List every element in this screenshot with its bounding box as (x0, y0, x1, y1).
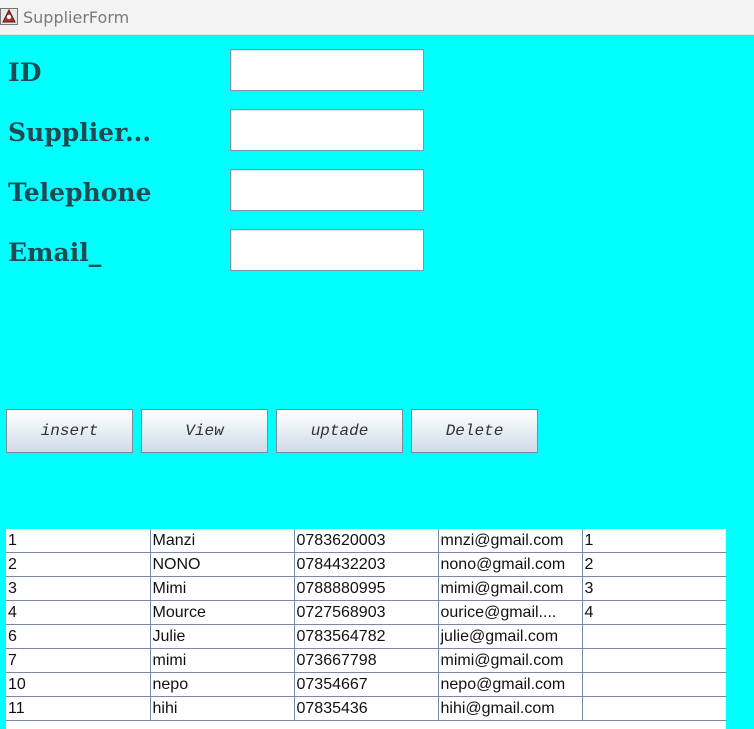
table-cell[interactable]: 11 (6, 696, 151, 721)
view-button[interactable]: View (141, 409, 268, 453)
table-cell[interactable]: mimi (149, 648, 295, 673)
table-cell[interactable]: mnzi@gmail.com (437, 529, 583, 553)
email-label: Email_ (8, 238, 102, 267)
table-cell[interactable]: 07835436 (293, 696, 439, 721)
table-cell[interactable]: 073667798 (293, 648, 439, 673)
id-field[interactable] (230, 49, 424, 91)
table-cell[interactable]: Mource (149, 600, 295, 625)
table-cell[interactable] (581, 696, 726, 721)
table-cell[interactable]: mimi@gmail.com (437, 648, 583, 673)
table-cell[interactable]: hihi (149, 696, 295, 721)
supplier-label: Supplier... (8, 118, 152, 147)
email-field[interactable] (230, 229, 424, 271)
table-cell[interactable]: nono@gmail.com (437, 552, 583, 577)
window-title: SupplierForm (23, 8, 130, 27)
table-cell[interactable]: julie@gmail.com (437, 624, 583, 649)
table-cell[interactable]: 0788880995 (293, 576, 439, 601)
table-cell[interactable]: mimi@gmail.com (437, 576, 583, 601)
title-bar: SupplierForm (0, 0, 754, 35)
table-cell[interactable]: 07354667 (293, 672, 439, 697)
table-cell[interactable]: 1 (6, 529, 151, 553)
table-cell[interactable]: nepo@gmail.com (437, 672, 583, 697)
table-row[interactable]: 7 mimi 073667798 mimi@gmail.com (6, 648, 726, 673)
table-cell[interactable]: Manzi (149, 529, 295, 553)
table-row[interactable]: 10 nepo 07354667 nepo@gmail.com (6, 672, 726, 697)
table-cell[interactable]: 1 (581, 529, 726, 553)
table-row[interactable]: 2 NONO 0784432203 nono@gmail.com 2 (6, 552, 726, 577)
table-cell[interactable]: 2 (581, 552, 726, 577)
table-cell[interactable]: 4 (581, 600, 726, 625)
table-cell[interactable]: nepo (149, 672, 295, 697)
table-cell[interactable]: Mimi (149, 576, 295, 601)
table-cell[interactable]: NONO (149, 552, 295, 577)
supplier-field[interactable] (230, 109, 424, 151)
supplier-grid: 1 Manzi 0783620003 mnzi@gmail.com 1 2 NONO 0784… (6, 529, 726, 721)
table-cell[interactable]: hihi@gmail.com (437, 696, 583, 721)
table-cell[interactable]: 7 (6, 648, 151, 673)
table-cell[interactable]: 3 (6, 576, 151, 601)
table-cell[interactable]: ourice@gmail.... (437, 600, 583, 625)
table-row[interactable]: 11 hihi 07835436 hihi@gmail.com (6, 696, 726, 721)
table-cell[interactable]: 2 (6, 552, 151, 577)
table-cell[interactable]: 6 (6, 624, 151, 649)
table-cell[interactable]: 0727568903 (293, 600, 439, 625)
java-app-icon (0, 6, 19, 26)
table-cell[interactable]: 3 (581, 576, 726, 601)
table-cell[interactable]: 10 (6, 672, 151, 697)
table-cell[interactable] (581, 648, 726, 673)
table-row[interactable]: 1 Manzi 0783620003 mnzi@gmail.com 1 (6, 529, 726, 553)
table-row[interactable]: 6 Julie 0783564782 julie@gmail.com (6, 624, 726, 649)
table-cell[interactable]: 0784432203 (293, 552, 439, 577)
telephone-field[interactable] (230, 169, 424, 211)
supplier-table[interactable]: 1 Manzi 0783620003 mnzi@gmail.com 1 2 NONO 0784… (6, 529, 726, 729)
insert-button[interactable]: insert (6, 409, 133, 453)
delete-button[interactable]: Delete (411, 409, 538, 453)
id-label: ID (8, 58, 42, 87)
table-cell[interactable]: 4 (6, 600, 151, 625)
table-cell[interactable]: Julie (149, 624, 295, 649)
table-cell[interactable]: 0783620003 (293, 529, 439, 553)
update-button[interactable]: uptade (276, 409, 403, 453)
table-cell[interactable]: 0783564782 (293, 624, 439, 649)
table-cell[interactable] (581, 624, 726, 649)
table-row[interactable]: 3 Mimi 0788880995 mimi@gmail.com 3 (6, 576, 726, 601)
telephone-label: Telephone (8, 178, 152, 207)
table-row[interactable]: 4 Mource 0727568903 ourice@gmail.... 4 (6, 600, 726, 625)
table-cell[interactable] (581, 672, 726, 697)
